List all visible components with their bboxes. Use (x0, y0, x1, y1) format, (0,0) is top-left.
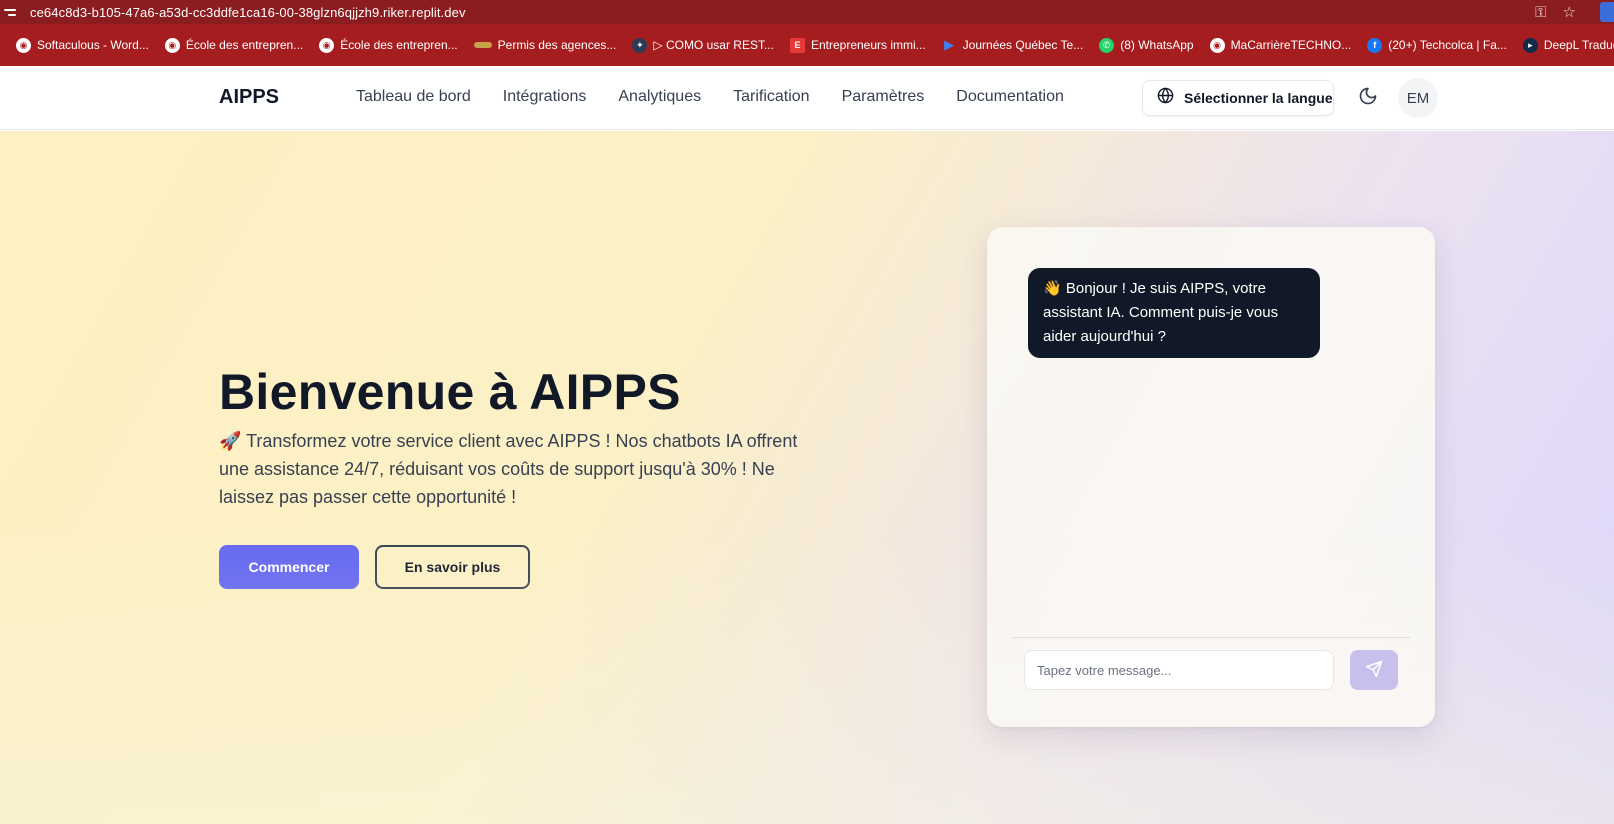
bookmark-icon (473, 42, 492, 48)
nav-item-settings[interactable]: Paramètres (842, 88, 925, 106)
globe-icon: ◉ (16, 37, 31, 53)
site-settings-icon[interactable] (4, 5, 18, 19)
seal-icon: ✦ (632, 37, 648, 53)
nav-item-documentation[interactable]: Documentation (956, 88, 1064, 106)
app-header: AIPPS Tableau de bord Intégrations Analy… (0, 66, 1614, 130)
extension-icon[interactable] (1600, 2, 1614, 22)
chat-divider (1012, 637, 1410, 638)
nav-item-analytics[interactable]: Analytiques (618, 88, 701, 106)
browser-address-bar[interactable]: ce64c8d3-b105-47a6-a53d-cc3ddfe1ca16-00-… (0, 0, 1614, 24)
user-avatar[interactable]: EM (1398, 78, 1438, 118)
bookmark-item[interactable]: ◉ Softaculous - Word... (16, 37, 149, 53)
bookmark-label: (20+) Techcolca | Fa... (1388, 38, 1507, 52)
language-button-label: Sélectionner la langue (1184, 90, 1333, 106)
bookmark-item[interactable]: f (20+) Techcolca | Fa... (1367, 37, 1507, 53)
hero-title: Bienvenue à AIPPS (219, 364, 681, 420)
bookmark-item[interactable]: ✆ (8) WhatsApp (1099, 37, 1194, 53)
bookmark-item[interactable]: ◉ MaCarrièreTECHNO... (1209, 37, 1352, 53)
globe-icon: ◉ (164, 37, 180, 53)
theme-toggle-button[interactable] (1356, 86, 1380, 110)
bookmark-label: ▷ COMO usar REST... (653, 38, 774, 52)
password-key-icon[interactable]: ⚿ (1535, 4, 1546, 21)
bookmark-label: Entrepreneurs immi... (810, 38, 926, 52)
play-icon: ▶ (944, 37, 955, 52)
nav-item-pricing[interactable]: Tarification (733, 88, 809, 106)
chat-message-input[interactable] (1024, 650, 1334, 690)
bookmark-label: Journées Québec Te... (962, 38, 1084, 52)
brand-logo[interactable]: AIPPS (219, 86, 279, 109)
main-nav: Tableau de bord Intégrations Analytiques… (356, 88, 1064, 106)
bookmark-item[interactable]: ▸ DeepL Traducti (1522, 37, 1614, 53)
e-icon: E (789, 37, 805, 53)
facebook-icon: f (1367, 37, 1383, 53)
get-started-button[interactable]: Commencer (219, 545, 359, 589)
bookmark-label: (8) WhatsApp (1120, 38, 1194, 52)
bookmark-star-icon[interactable]: ☆ (1563, 3, 1576, 21)
whatsapp-icon: ✆ (1099, 37, 1115, 53)
bookmark-label: École des entrepren... (185, 38, 304, 52)
bookmark-item[interactable]: Permis des agences... (473, 38, 617, 52)
bookmarks-bar: ◉ Softaculous - Word... ◉ École des entr… (0, 24, 1614, 66)
nav-item-dashboard[interactable]: Tableau de bord (356, 88, 471, 106)
globe-icon: ◉ (1209, 37, 1225, 53)
bookmark-item[interactable]: ✦ ▷ COMO usar REST... (632, 37, 774, 53)
bookmark-label: École des entrepren... (340, 38, 458, 52)
bookmark-label: Permis des agences... (497, 38, 617, 52)
url-text[interactable]: ce64c8d3-b105-47a6-a53d-cc3ddfe1ca16-00-… (30, 5, 466, 20)
chat-bot-message: 👋 Bonjour ! Je suis AIPPS, votre assista… (1028, 268, 1320, 358)
language-select-button[interactable]: Sélectionner la langue (1142, 80, 1334, 116)
chat-widget: 👋 Bonjour ! Je suis AIPPS, votre assista… (987, 227, 1435, 727)
bookmark-label: Softaculous - Word... (37, 38, 149, 52)
hero-subtitle: 🚀 Transformez votre service client avec … (219, 431, 798, 507)
bookmark-item[interactable]: ▶ Journées Québec Te... (942, 37, 1084, 53)
bookmark-label: MaCarrièreTECHNO... (1230, 38, 1352, 52)
bookmark-label: DeepL Traducti (1543, 38, 1614, 52)
send-button[interactable] (1350, 650, 1398, 690)
learn-more-button[interactable]: En savoir plus (375, 545, 530, 589)
deepl-icon: ▸ (1522, 37, 1538, 53)
globe-icon: ◉ (319, 37, 335, 53)
send-icon (1365, 660, 1383, 681)
globe-icon (1157, 87, 1174, 109)
hero-section: Bienvenue à AIPPS 🚀 Transformez votre se… (0, 131, 1614, 824)
bookmark-item[interactable]: ◉ École des entrepren... (319, 37, 458, 53)
bookmark-item[interactable]: ◉ École des entrepren... (164, 37, 304, 53)
bookmark-item[interactable]: E Entrepreneurs immi... (789, 37, 926, 53)
nav-item-integrations[interactable]: Intégrations (503, 88, 587, 106)
moon-icon (1358, 86, 1378, 111)
